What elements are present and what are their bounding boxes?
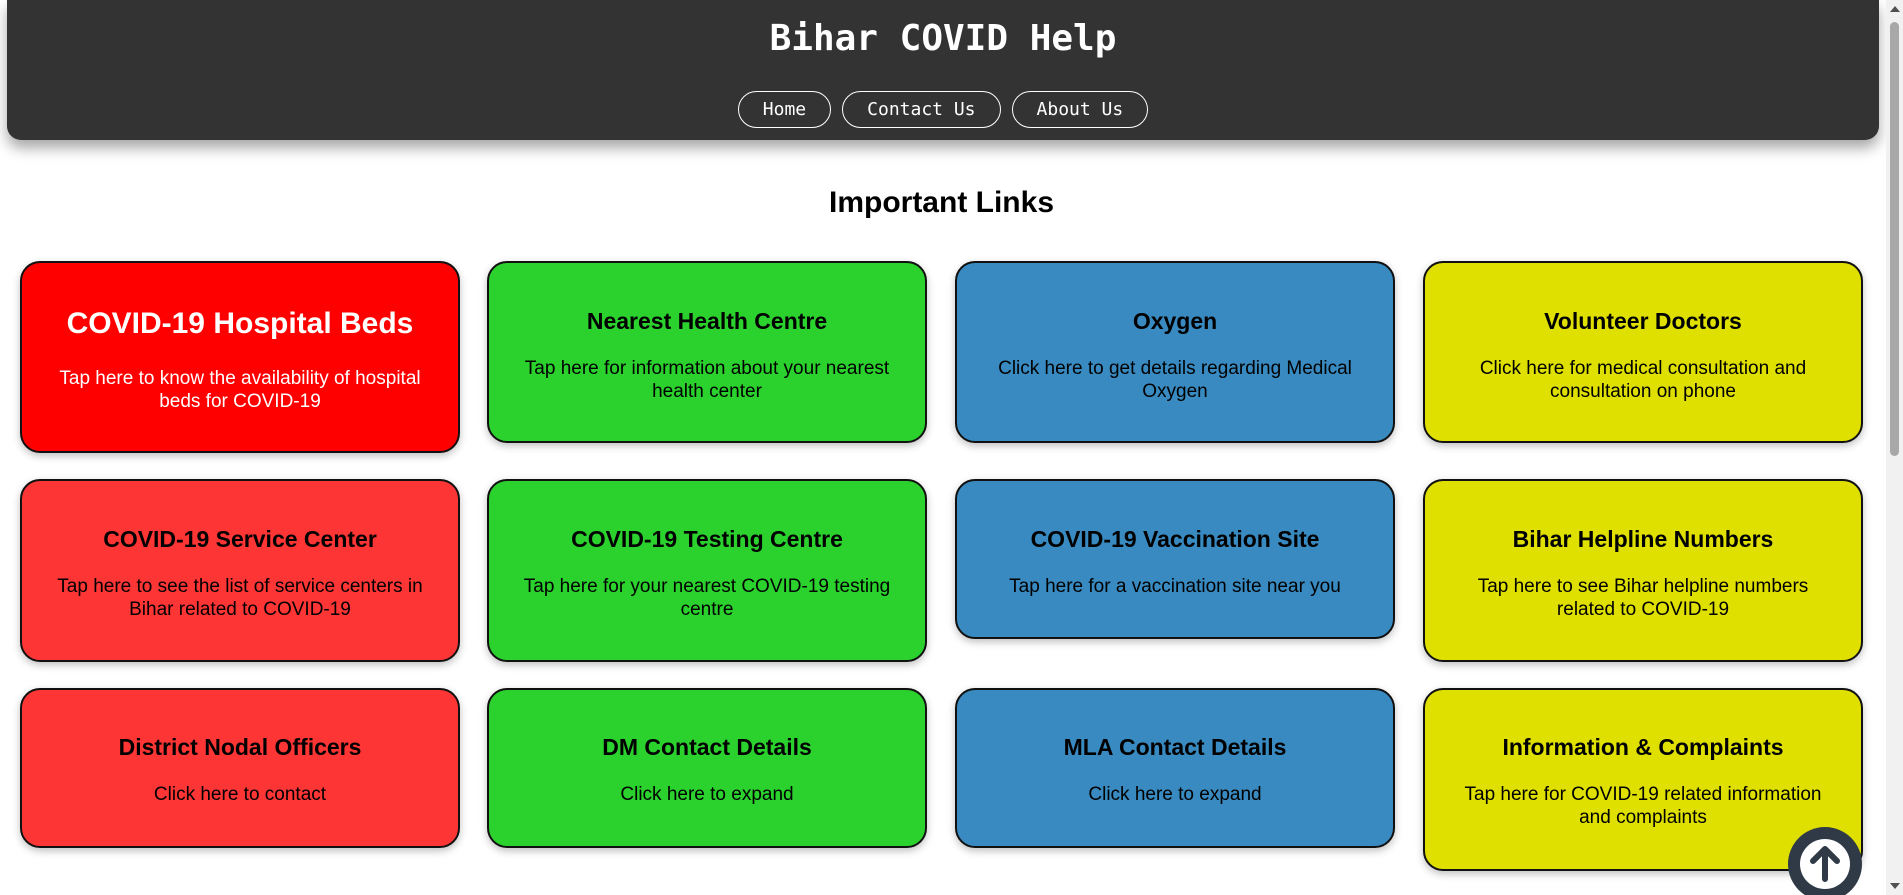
- nav-contact-us-button[interactable]: Contact Us: [842, 91, 1001, 128]
- card-nearest-health-centre[interactable]: Nearest Health Centre Tap here for infor…: [487, 261, 927, 443]
- main-nav: Home Contact Us About Us: [7, 91, 1879, 128]
- card-text: Click here to get details regarding Medi…: [998, 358, 1352, 402]
- card-text: Click here to expand: [620, 784, 794, 805]
- card-title: MLA Contact Details: [1063, 734, 1287, 760]
- nav-home-button[interactable]: Home: [737, 91, 832, 128]
- card-volunteer-doctors[interactable]: Volunteer Doctors Click here for medical…: [1423, 261, 1863, 443]
- card-text: Tap here to know the availability of hos…: [59, 368, 421, 412]
- card-district-nodal-officers[interactable]: District Nodal Officers Click here to co…: [20, 688, 460, 848]
- card-testing-centre[interactable]: COVID-19 Testing Centre Tap here for you…: [487, 479, 927, 662]
- card-title: DM Contact Details: [602, 734, 812, 760]
- page: Bihar COVID Help Home Contact Us About U…: [0, 0, 1903, 895]
- site-header: Bihar COVID Help Home Contact Us About U…: [7, 0, 1879, 140]
- back-to-top-button[interactable]: [1788, 827, 1862, 895]
- card-text: Tap here for your nearest COVID-19 testi…: [523, 576, 891, 620]
- scrollbar-thumb[interactable]: [1890, 22, 1899, 456]
- card-text: Tap here to see the list of service cent…: [57, 576, 423, 620]
- card-helpline-numbers[interactable]: Bihar Helpline Numbers Tap here to see B…: [1423, 479, 1863, 662]
- card-text: Tap here for COVID-19 related informatio…: [1464, 784, 1822, 828]
- card-title: District Nodal Officers: [118, 734, 362, 760]
- card-title: COVID-19 Vaccination Site: [1030, 526, 1320, 552]
- vertical-scrollbar[interactable]: [1886, 0, 1903, 895]
- section-title: Important Links: [828, 186, 1054, 219]
- card-title: COVID-19 Service Center: [103, 526, 377, 552]
- scroll-up-arrow-icon[interactable]: [1890, 6, 1900, 12]
- card-vaccination-site[interactable]: COVID-19 Vaccination Site Tap here for a…: [955, 479, 1395, 639]
- card-title: Volunteer Doctors: [1544, 308, 1742, 334]
- card-text: Click here to expand: [1088, 784, 1262, 805]
- arrow-up-circle-icon: [1800, 839, 1850, 889]
- card-oxygen[interactable]: Oxygen Click here to get details regardi…: [955, 261, 1395, 443]
- card-text: Click here to contact: [153, 784, 327, 805]
- scroll-down-arrow-icon[interactable]: [1890, 883, 1900, 889]
- card-title: COVID-19 Testing Centre: [571, 526, 843, 552]
- nav-about-us-button[interactable]: About Us: [1011, 91, 1149, 128]
- card-text: Tap here for information about your near…: [524, 358, 890, 402]
- card-title: Bihar Helpline Numbers: [1512, 526, 1774, 552]
- site-title: Bihar COVID Help: [769, 18, 1117, 59]
- card-title: Oxygen: [1132, 308, 1218, 334]
- card-title: COVID-19 Hospital Beds: [66, 307, 414, 340]
- card-service-center[interactable]: COVID-19 Service Center Tap here to see …: [20, 479, 460, 662]
- card-text: Tap here for a vaccination site near you: [1009, 576, 1341, 597]
- card-title: Nearest Health Centre: [586, 308, 828, 334]
- card-hospital-beds[interactable]: COVID-19 Hospital Beds Tap here to know …: [20, 261, 460, 453]
- card-text: Click here for medical consultation and …: [1479, 358, 1807, 402]
- card-mla-contact-details[interactable]: MLA Contact Details Click here to expand: [955, 688, 1395, 848]
- card-title: Information & Complaints: [1502, 734, 1784, 760]
- card-text: Tap here to see Bihar helpline numbers r…: [1477, 576, 1809, 620]
- card-dm-contact-details[interactable]: DM Contact Details Click here to expand: [487, 688, 927, 848]
